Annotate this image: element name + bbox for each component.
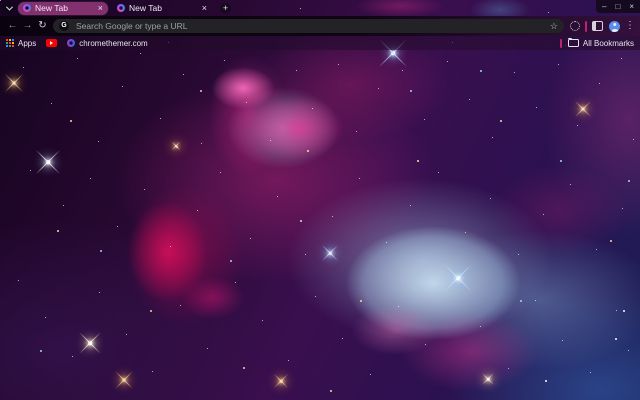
tab-search-button[interactable] [3,2,15,14]
back-button[interactable]: ← [5,16,20,36]
tab-close-icon[interactable]: × [98,3,103,13]
browser-chrome: New Tab × New Tab × + – □ × ← → ↻ G ☆ ⋮ [0,0,640,50]
reload-button[interactable]: ↻ [35,16,50,36]
bookmark-star-icon[interactable]: ☆ [550,19,558,33]
folder-icon [567,37,579,47]
youtube-bookmark[interactable] [46,39,58,47]
close-button[interactable]: × [629,0,634,13]
tab-title: New Tab [35,2,68,13]
bookmark-label: chromethemer.com [79,38,148,48]
apps-grid-icon [6,39,14,47]
bookmarks-separator [559,38,562,48]
apps-label: Apps [18,38,37,48]
maximize-button[interactable]: □ [615,0,620,13]
site-favicon-icon [117,4,125,12]
google-g-icon: G [59,21,69,31]
forward-button[interactable]: → [20,16,35,36]
side-panel-icon[interactable] [592,21,603,31]
window-controls: – □ × [596,0,640,13]
site-favicon-icon [23,4,31,12]
profile-avatar[interactable] [609,20,620,32]
all-bookmarks-button[interactable]: All Bookmarks [567,37,634,48]
all-bookmarks-label: All Bookmarks [582,38,634,48]
tab-title: New Tab [129,2,162,13]
nebula-wallpaper [0,0,640,400]
apps-shortcut[interactable]: Apps [6,39,36,48]
bookmark-chromethemer[interactable]: chromethemer.com [67,38,148,48]
toolbar-separator [585,20,587,32]
extensions-icon[interactable] [570,21,580,31]
tab-new-tab-inactive[interactable]: New Tab × [112,2,212,15]
url-input[interactable] [74,20,550,32]
bookmarks-bar: Apps chromethemer.com All Bookmarks [0,36,640,50]
toolbar: ← → ↻ G ☆ ⋮ [0,16,640,36]
omnibox[interactable]: G ☆ [53,19,564,33]
menu-icon[interactable]: ⋮ [625,16,635,36]
chevron-down-icon [5,3,13,11]
tab-close-icon[interactable]: × [202,3,207,13]
tab-strip: New Tab × New Tab × + – □ × [0,0,640,16]
minimize-button[interactable]: – [602,0,606,13]
new-tab-button[interactable]: + [220,2,231,14]
tab-new-tab-active[interactable]: New Tab × [18,1,108,15]
play-icon [50,41,54,45]
chromethemer-favicon-icon [67,39,76,47]
